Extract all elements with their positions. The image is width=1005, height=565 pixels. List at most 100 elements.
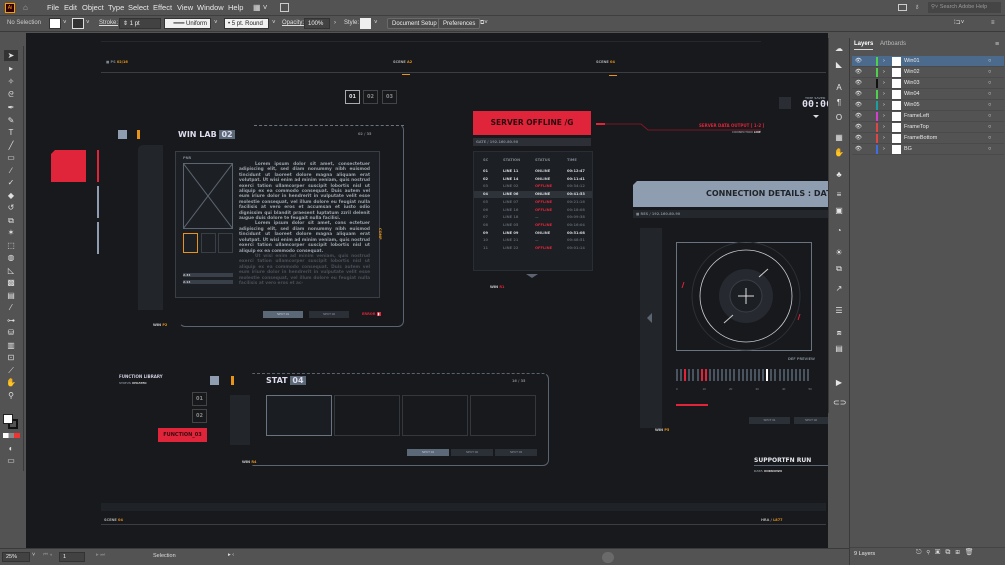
scale-tool-icon[interactable]: ⧉	[4, 215, 18, 226]
zoom-tool-icon[interactable]: ⚲	[4, 390, 18, 401]
prev-artboard-icon[interactable]: ⏮ ◂	[43, 552, 52, 559]
table-row[interactable]: 11 LINE 22 OFFLINE 00:01:14	[474, 245, 592, 252]
type-tool-icon[interactable]: T	[4, 127, 18, 138]
visibility-eye-icon[interactable]: 👁	[855, 89, 862, 100]
spct-02-button[interactable]: SPCT 02	[794, 417, 828, 424]
document-setup-button[interactable]: Document Setup	[387, 18, 442, 29]
stat-card-selected[interactable]	[266, 395, 332, 436]
appearance-icon[interactable]: ☀	[833, 248, 845, 258]
opacity-label[interactable]: Opacity:	[282, 18, 304, 29]
preferences-button[interactable]: Preferences	[438, 18, 481, 29]
blend-tool-icon[interactable]: ⊶	[4, 315, 18, 326]
stroke-swatch[interactable]	[72, 18, 84, 29]
thumbnail[interactable]	[201, 233, 216, 253]
shaper-tool-icon[interactable]: ✓	[4, 177, 18, 188]
function-03-button[interactable]: FUNCTION_03	[158, 428, 207, 442]
layer-row[interactable]: 👁 › Win04 ○	[852, 89, 1004, 100]
properties-icon[interactable]: ◣	[833, 60, 845, 70]
expand-chevron-icon[interactable]: ›	[883, 67, 885, 78]
menu-select[interactable]: Select	[128, 3, 149, 12]
tab-layers[interactable]: Layers	[854, 41, 874, 50]
brush-dropdown[interactable]: ˅	[272, 18, 276, 29]
layer-row[interactable]: 👁 › BG ○	[852, 144, 1004, 155]
table-row[interactable]: 01 LINE 11 ONLINE 00:12:47	[474, 168, 592, 175]
lasso-tool-icon[interactable]: ᘓ	[4, 89, 18, 100]
fill-color-swatch[interactable]	[3, 414, 13, 424]
workspace-switcher-icon[interactable]: ▦ ˅	[253, 3, 267, 12]
menu-effect[interactable]: Effect	[153, 3, 172, 12]
time-minus-box[interactable]	[779, 97, 791, 109]
stroke-label[interactable]: Stroke:	[99, 18, 118, 29]
align-icon[interactable]: ☰	[833, 306, 845, 316]
layer-row[interactable]: 👁 › Win01 ○	[852, 56, 1004, 67]
target-circle-icon[interactable]: ○	[988, 78, 991, 89]
new-sublayer-icon[interactable]: ⧉	[945, 549, 955, 556]
visibility-eye-icon[interactable]: 👁	[855, 133, 862, 144]
tab-03[interactable]: 03	[382, 90, 397, 104]
stat-card[interactable]	[334, 395, 400, 436]
expand-chevron-icon[interactable]: ›	[883, 122, 885, 133]
table-row[interactable]: 02 LINE 14 ONLINE 00:11:41	[474, 176, 592, 183]
symbol-sprayer-tool-icon[interactable]: ⛁	[4, 327, 18, 338]
home-icon[interactable]: ⌂	[23, 3, 28, 12]
actions-icon[interactable]: ▶	[833, 378, 845, 388]
layer-row[interactable]: 👁 › FrameLeft ○	[852, 111, 1004, 122]
table-row[interactable]: 08 LINE 05 OFFLINE 00:16:04	[474, 222, 592, 229]
thumbnail-selected[interactable]	[183, 233, 198, 253]
align-icon[interactable]: ⁞⊐˅	[954, 18, 964, 29]
target-circle-icon[interactable]: ○	[988, 89, 991, 100]
spct-02-button[interactable]: SPCT 02	[451, 449, 493, 456]
brush-definition[interactable]: • 5 pt. Round	[224, 18, 269, 29]
clipping-mask-icon[interactable]: ▣	[935, 549, 945, 556]
layer-row[interactable]: 👁 › Win02 ○	[852, 67, 1004, 78]
paintbrush-tool-icon[interactable]: ∕	[4, 165, 18, 176]
layer-row[interactable]: 👁 › FrameTop ○	[852, 122, 1004, 133]
direct-selection-tool-icon[interactable]: ▸	[4, 63, 18, 74]
target-circle-icon[interactable]: ○	[988, 144, 991, 155]
hand-tool-icon[interactable]: ✋	[4, 377, 18, 388]
arrange-documents-icon[interactable]	[280, 3, 289, 12]
table-row[interactable]: 03 LINE 02 OFFLINE 00:34:12	[474, 183, 592, 190]
library-item-02[interactable]: 02	[192, 409, 207, 423]
expand-chevron-icon[interactable]: ›	[883, 111, 885, 122]
puppet-icon[interactable]: ✋	[833, 148, 845, 158]
visibility-eye-icon[interactable]: 👁	[855, 67, 862, 78]
search-help-field[interactable]: ⚲˅ Search Adobe Help	[928, 2, 1001, 13]
zoom-dropdown[interactable]: ˅	[32, 552, 35, 558]
libraries-icon[interactable]: ☁	[833, 44, 845, 54]
spct-03-button[interactable]: SPCT 03	[495, 449, 537, 456]
artboard-tool-icon[interactable]: ⊡	[4, 352, 18, 363]
library-item-01[interactable]: 01	[192, 392, 207, 406]
target-circle-icon[interactable]: ○	[988, 67, 991, 78]
table-row[interactable]: 05 LINE 07 OFFLINE 00:21:16	[474, 199, 592, 206]
selection-tool-icon[interactable]: ➤	[4, 50, 18, 61]
expand-chevron-icon[interactable]: ›	[883, 89, 885, 100]
delete-icon[interactable]: 🗑	[965, 549, 979, 556]
zoom-field[interactable]: 25%	[2, 552, 30, 562]
opentype-icon[interactable]: O	[833, 113, 845, 123]
fill-dropdown[interactable]: ˅	[63, 18, 67, 29]
links-icon[interactable]: ⊂⊃	[833, 398, 846, 408]
locate-icon[interactable]: ⚲	[927, 549, 935, 556]
menu-help[interactable]: Help	[228, 3, 243, 12]
table-row[interactable]: 07 LINE 18 — 00:09:38	[474, 214, 592, 221]
profile-dropdown[interactable]: ˅	[214, 18, 218, 29]
layer-row[interactable]: 👁 › Win05 ○	[852, 100, 1004, 111]
menu-edit[interactable]: Edit	[64, 3, 77, 12]
screen-mode-icon[interactable]: ▭	[4, 455, 18, 466]
expand-chevron-icon[interactable]: ›	[883, 144, 885, 155]
perspective-grid-tool-icon[interactable]: ◺	[4, 265, 18, 276]
spct-01-button[interactable]: SPCT 01	[263, 311, 303, 318]
table-row[interactable]: 10 LINE 21 — 00:48:51	[474, 237, 592, 244]
lightbulb-icon[interactable]: ♁	[914, 2, 920, 11]
line-tool-icon[interactable]: ╱	[4, 140, 18, 151]
panel-menu-icon[interactable]: ≡	[995, 41, 999, 48]
shape-builder-tool-icon[interactable]: ◍	[4, 252, 18, 263]
scroll-down-arrow[interactable]	[526, 274, 538, 278]
slider-1[interactable]: 2.34	[183, 273, 233, 277]
draw-mode-icon[interactable]: ◐	[4, 443, 18, 454]
eraser-tool-icon[interactable]: ◆	[4, 190, 18, 201]
table-row[interactable]: 09 LINE 09 ONLINE 00:51:08	[474, 230, 592, 237]
target-circle-icon[interactable]: ○	[988, 111, 991, 122]
magic-wand-tool-icon[interactable]: ✧	[4, 76, 18, 87]
